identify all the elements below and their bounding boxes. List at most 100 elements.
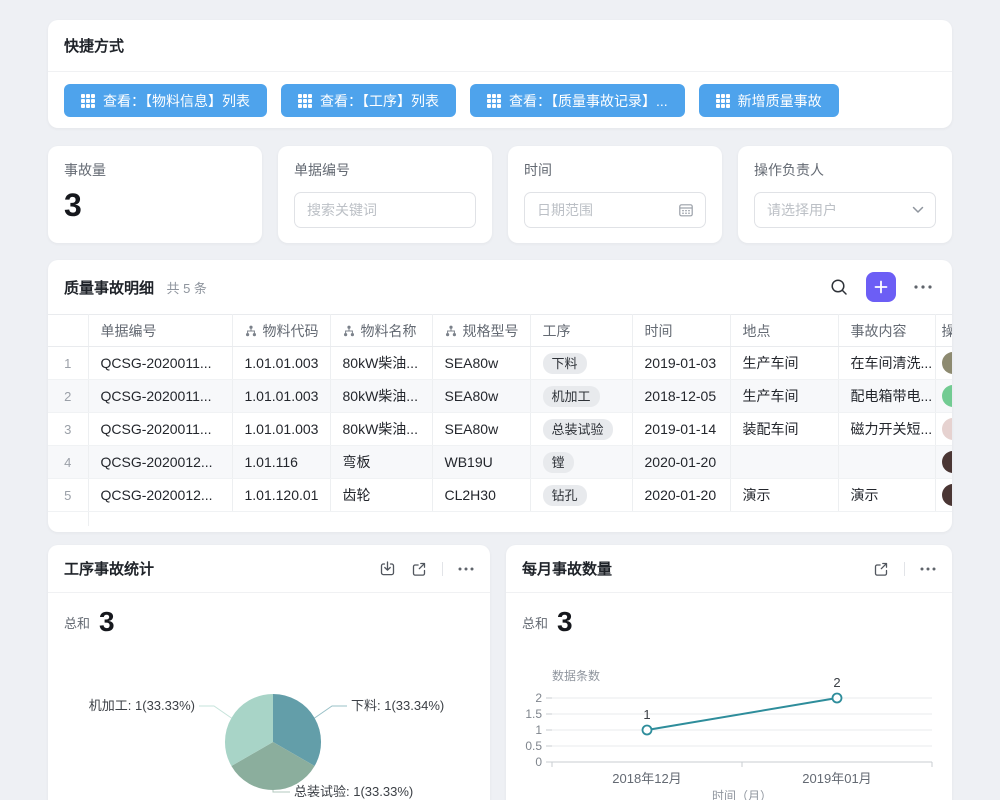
table-toolbar: 质量事故明细 共 5 条 (48, 260, 952, 314)
table-cell (935, 446, 952, 479)
line-total-summary: 总和 3 (506, 593, 952, 636)
shortcut-button-3[interactable]: 查看：【质量事故记录】... (470, 84, 685, 117)
shortcut-button-label: 新增质量事故 (738, 91, 822, 111)
column-header-1[interactable]: 单据编号 (88, 315, 232, 347)
table-row[interactable]: 4QCSG-2020012...1.01.116弯板WB19U镗2020-01-… (48, 446, 952, 479)
line-card-actions (873, 561, 936, 577)
shortcuts-title-row: 快捷方式 (48, 20, 952, 72)
table-filler-row (48, 512, 952, 526)
table-more-button[interactable] (914, 285, 932, 289)
y-tick-label: 2 (535, 691, 542, 705)
column-header-5[interactable]: 工序 (530, 315, 632, 347)
table-cell (935, 479, 952, 512)
process-stats-card: 工序事故统计 (48, 545, 490, 800)
avatar (942, 352, 953, 374)
user-select-placeholder: 请选择用户 (767, 200, 837, 220)
line-total-value: 3 (557, 608, 573, 636)
table-row[interactable]: 1QCSG-2020011...1.01.01.00380kW柴油...SEA8… (48, 347, 952, 380)
column-header-7[interactable]: 地点 (730, 315, 838, 347)
table-row[interactable]: 2QCSG-2020011...1.01.01.00380kW柴油...SEA8… (48, 380, 952, 413)
add-record-button[interactable] (866, 272, 896, 302)
line-total-label: 总和 (522, 613, 548, 636)
column-header-2[interactable]: 物料代码 (232, 315, 330, 347)
column-header-4[interactable]: 规格型号 (432, 315, 530, 347)
operator-filter-label: 操作负责人 (754, 160, 936, 180)
shortcut-buttons: 查看：【物料信息】列表 查看：【工序】列表 查看：【质量事故记录】... 新增质量事故 (48, 72, 952, 129)
column-header-label: 操作负责人 (942, 323, 953, 339)
table-cell: SEA80w (432, 380, 530, 413)
row-number: 5 (48, 479, 88, 512)
table-cell: 装配车间 (730, 413, 838, 446)
table-cell: 下料 (530, 347, 632, 380)
open-chart-button[interactable] (411, 561, 427, 577)
table-cell: 1.01.01.003 (232, 347, 330, 380)
grid-icon (487, 94, 501, 108)
table-title: 质量事故明细 (64, 280, 154, 297)
pie-total-value: 3 (99, 608, 115, 636)
ellipsis-icon (458, 567, 474, 571)
table-cell: 在车间清洗... (838, 347, 935, 380)
table-cell: SEA80w (432, 413, 530, 446)
y-tick-label: 1.5 (525, 707, 542, 721)
table-cell: 1.01.01.003 (232, 413, 330, 446)
pie-card-actions (379, 560, 474, 577)
line-card-header: 每月事故数量 (506, 545, 952, 593)
process-tag: 下料 (543, 353, 587, 374)
data-point[interactable] (833, 694, 842, 703)
pie-slice-label: 机加工: 1(33.33%) (89, 698, 195, 713)
table-row[interactable]: 3QCSG-2020011...1.01.01.00380kW柴油...SEA8… (48, 413, 952, 446)
process-tag: 总装试验 (543, 419, 613, 440)
ellipsis-icon (920, 567, 936, 571)
shortcut-button-label: 查看：【质量事故记录】... (509, 91, 668, 111)
table-cell: 生产车间 (730, 347, 838, 380)
export-chart-button[interactable] (379, 560, 396, 577)
incident-table-card: 质量事故明细 共 5 条 (48, 260, 952, 532)
shortcut-button-4[interactable]: 新增质量事故 (699, 84, 839, 117)
table-cell (935, 347, 952, 380)
table-cell: 2020-01-20 (632, 446, 730, 479)
y-tick-label: 0 (535, 755, 542, 769)
avatar (942, 385, 953, 407)
table-cell: 总装试验 (530, 413, 632, 446)
table-row[interactable]: 5QCSG-2020012...1.01.120.01齿轮CL2H30钻孔202… (48, 479, 952, 512)
operator-filter-card: 操作负责人 请选择用户 (738, 146, 952, 243)
pie-label-line (273, 790, 290, 792)
date-range-input[interactable]: 日期范围 (524, 192, 706, 228)
line-more-button[interactable] (920, 567, 936, 571)
table-cell: 2020-01-20 (632, 479, 730, 512)
date-filter-card: 时间 日期范围 (508, 146, 722, 243)
data-point[interactable] (643, 726, 652, 735)
keyword-search-input[interactable]: 搜索关键词 (294, 192, 476, 228)
table-cell: 1.01.116 (232, 446, 330, 479)
relation-icon (445, 325, 457, 337)
open-chart-button[interactable] (873, 561, 889, 577)
shortcut-button-2[interactable]: 查看：【工序】列表 (281, 84, 456, 117)
column-header-8[interactable]: 事故内容 (838, 315, 935, 347)
table-cell (935, 380, 952, 413)
calendar-icon (678, 202, 694, 218)
table-cell: 生产车间 (730, 380, 838, 413)
table-cell: 1.01.01.003 (232, 380, 330, 413)
doc-number-label: 单据编号 (294, 160, 476, 180)
table-cell: 弯板 (330, 446, 432, 479)
doc-number-filter-card: 单据编号 搜索关键词 (278, 146, 492, 243)
pie-more-button[interactable] (458, 567, 474, 571)
monthly-incidents-card: 每月事故数量 总和 3 数据条数00.511.5212 (506, 545, 952, 800)
shortcut-button-1[interactable]: 查看：【物料信息】列表 (64, 84, 267, 117)
pie-slice-label: 下料: 1(33.34%) (351, 698, 444, 713)
shortcut-button-label: 查看：【工序】列表 (320, 91, 439, 111)
column-header-6[interactable]: 时间 (632, 315, 730, 347)
user-select[interactable]: 请选择用户 (754, 192, 936, 228)
process-tag: 镗 (543, 452, 574, 473)
search-icon (830, 278, 848, 296)
column-header-9[interactable]: 操作负责人 (935, 315, 952, 347)
date-placeholder: 日期范围 (537, 200, 593, 220)
y-tick-label: 0.5 (525, 739, 542, 753)
table-scroll-area[interactable]: 单据编号物料代码物料名称规格型号工序时间地点事故内容操作负责人 1QCSG-202… (48, 314, 952, 526)
table-cell: 钻孔 (530, 479, 632, 512)
incident-count-card: 事故量 3 (48, 146, 262, 243)
column-header-3[interactable]: 物料名称 (330, 315, 432, 347)
search-button[interactable] (830, 278, 848, 296)
relation-icon (343, 325, 355, 337)
table-title-group: 质量事故明细 共 5 条 (64, 277, 207, 298)
